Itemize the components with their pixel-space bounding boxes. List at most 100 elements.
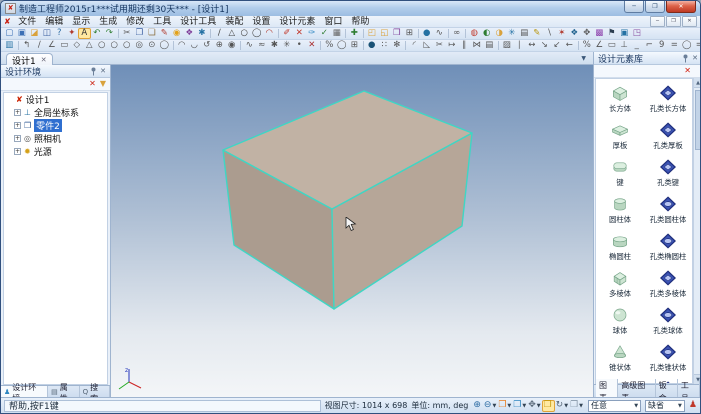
star-feature-icon[interactable]: ✶ (556, 28, 569, 39)
feature-tree-icon[interactable]: ✦ (66, 28, 79, 39)
exit-env-icon[interactable]: ◳ (631, 28, 644, 39)
projection-icon[interactable]: ◯ (336, 40, 349, 51)
lib-item-ellipse-cylinder[interactable]: 椭圆柱 (596, 228, 644, 265)
trim-icon[interactable]: ✂ (433, 40, 446, 51)
equal-dim-icon[interactable]: = (668, 40, 681, 51)
expand-icon[interactable]: + (14, 135, 21, 142)
menu-edit[interactable]: 编辑 (41, 16, 68, 28)
pan-view-icon[interactable]: ✥ ▼ (527, 400, 541, 412)
regenerate-icon[interactable]: ✚ (348, 28, 361, 39)
boolean-union-icon[interactable]: ◍ (468, 28, 481, 39)
redo-icon[interactable]: ↷ (103, 28, 116, 39)
menu-design-elements[interactable]: 设计元素 (275, 16, 320, 28)
zoom-out-icon[interactable]: ⊖ ▼ (483, 400, 497, 412)
dim-ne-icon[interactable]: ↘ (538, 40, 551, 51)
baseline-icon[interactable]: _ (631, 40, 644, 51)
lib-item-ellipse-cylinder-hole[interactable]: 孔类椭圆柱 (644, 228, 692, 265)
lib-item-slab-hole[interactable]: 孔类厚板 (644, 117, 692, 154)
fillet-icon[interactable]: ◜ (408, 40, 421, 51)
angle-dim-icon[interactable]: ∠ (593, 40, 606, 51)
boolean-subtract-icon[interactable]: ◐ (481, 28, 494, 39)
view-mode-icon[interactable]: ❒ ▼ (512, 400, 527, 412)
standard-view-icon[interactable]: ❐ ▼ (569, 400, 584, 412)
arc-center-icon[interactable]: ◡ (188, 40, 201, 51)
flower-pattern-icon[interactable]: ✻ (391, 40, 404, 51)
leader-icon[interactable]: ⌐ (643, 40, 656, 51)
new-part-icon[interactable]: ▣ (16, 28, 29, 39)
cut-icon[interactable]: ✂ (121, 28, 134, 39)
dynamic-rotate-icon[interactable]: ❐ (542, 400, 555, 412)
open-file-icon[interactable]: ◪ (28, 28, 41, 39)
import-icon[interactable]: ◰ (366, 28, 379, 39)
3d-viewport[interactable]: z (111, 65, 593, 399)
right-panel-close-icon[interactable]: ✕ (692, 55, 698, 62)
user-icon[interactable]: ♟ (689, 401, 697, 410)
copy-icon[interactable]: ❐ (133, 28, 146, 39)
monitor-icon[interactable]: ▣ (618, 28, 631, 39)
pattern-icon[interactable]: ✳ (506, 28, 519, 39)
link-icon[interactable]: ∞ (451, 28, 464, 39)
grid-icon[interactable]: ⊞ (348, 40, 361, 51)
circle-radius-icon[interactable]: ⊙ (146, 40, 159, 51)
menu-generate[interactable]: 生成 (95, 16, 122, 28)
circle-2pt-icon[interactable]: ○ (108, 40, 121, 51)
annotation-icon[interactable]: A (78, 28, 91, 39)
polygon-icon[interactable]: △ (83, 40, 96, 51)
equal2-icon[interactable]: = (693, 40, 700, 51)
filter-icon[interactable]: ▼ (100, 79, 106, 89)
sheet-grid-icon[interactable]: ▦ (331, 28, 344, 39)
circle-tangent-icon[interactable]: ◎ (133, 40, 146, 51)
expand-icon[interactable] (6, 96, 13, 103)
scrollbar-thumb[interactable] (695, 90, 701, 150)
library-delete-icon[interactable]: ✕ (684, 67, 691, 75)
circle-tool-icon[interactable]: ○ (238, 28, 251, 39)
palette-icon[interactable]: ▩ (593, 28, 606, 39)
library-icon[interactable]: ❒ (391, 28, 404, 39)
line-icon[interactable]: ∕ (33, 40, 46, 51)
vline-icon[interactable]: ∣ (513, 40, 526, 51)
menu-settings[interactable]: 设置 (248, 16, 275, 28)
curve-check-icon[interactable]: ∿ (433, 28, 446, 39)
annotate-icon[interactable]: ✎ (531, 28, 544, 39)
lib-item-sphere[interactable]: 球体 (596, 302, 644, 339)
lib-item-cuboid[interactable]: 长方体 (596, 80, 644, 117)
star-polygon-icon[interactable]: ✳ (281, 40, 294, 51)
scroll-up-icon[interactable]: ▲ (694, 78, 701, 88)
sphere-render-icon[interactable]: ● (421, 28, 434, 39)
pick-filter-combobox[interactable]: 任意 ▼ (588, 400, 641, 412)
array-icon[interactable]: ⊞ (403, 28, 416, 39)
tree-item-design1[interactable]: ✘ 设计1 (4, 93, 107, 106)
frame-icon[interactable]: ▭ (606, 40, 619, 51)
spray-icon[interactable]: ✑ (306, 28, 319, 39)
solid-sphere-icon[interactable]: ● (366, 40, 379, 51)
tree-item-part2[interactable]: + ❒ 零件2 (4, 119, 107, 132)
left-panel-close-icon[interactable]: ✕ (100, 68, 106, 75)
lib-item-cone-hole[interactable]: 孔类锥状体 (644, 339, 692, 376)
rhombus-icon[interactable]: ◇ (71, 40, 84, 51)
mdi-minimize-button[interactable]: ─ (650, 16, 665, 27)
lib-item-key[interactable]: 键 (596, 154, 644, 191)
lib-item-cone[interactable]: 锥状体 (596, 339, 644, 376)
mdi-close-button[interactable]: ✕ (682, 16, 697, 27)
sample-point-icon[interactable]: ◉ (226, 40, 239, 51)
offset-icon[interactable]: ∥ (458, 40, 471, 51)
clear-filter-icon[interactable]: ✕ (89, 79, 96, 89)
zoom-in-icon[interactable]: ⊕ (472, 400, 483, 412)
library-scrollbar[interactable]: ▲ ▼ (693, 78, 701, 384)
render-mode-icon[interactable]: ❖ (183, 28, 196, 39)
lib-item-prism[interactable]: 多棱体 (596, 265, 644, 302)
star-curve-icon[interactable]: ✱ (268, 40, 281, 51)
sheet-icon[interactable]: ▤ (518, 28, 531, 39)
datum-icon[interactable]: ⊥ (618, 40, 631, 51)
new-file-icon[interactable]: ▢ (3, 28, 16, 39)
ellipse-icon[interactable]: ◯ (158, 40, 171, 51)
mirror-icon[interactable]: ⋈ (471, 40, 484, 51)
tree-item-global-coords[interactable]: + ⊥ 全局坐标系 (4, 106, 107, 119)
sheet-tool-icon[interactable]: ▤ (483, 40, 496, 51)
extend-icon[interactable]: ↦ (446, 40, 459, 51)
rect-icon[interactable]: ▭ (58, 40, 71, 51)
ring-dim-icon[interactable]: ◯ (681, 40, 694, 51)
lib-item-cuboid-hole[interactable]: 孔类长方体 (644, 80, 692, 117)
fill-color-icon[interactable]: ◉ (171, 28, 184, 39)
menu-help[interactable]: 帮助 (347, 16, 374, 28)
